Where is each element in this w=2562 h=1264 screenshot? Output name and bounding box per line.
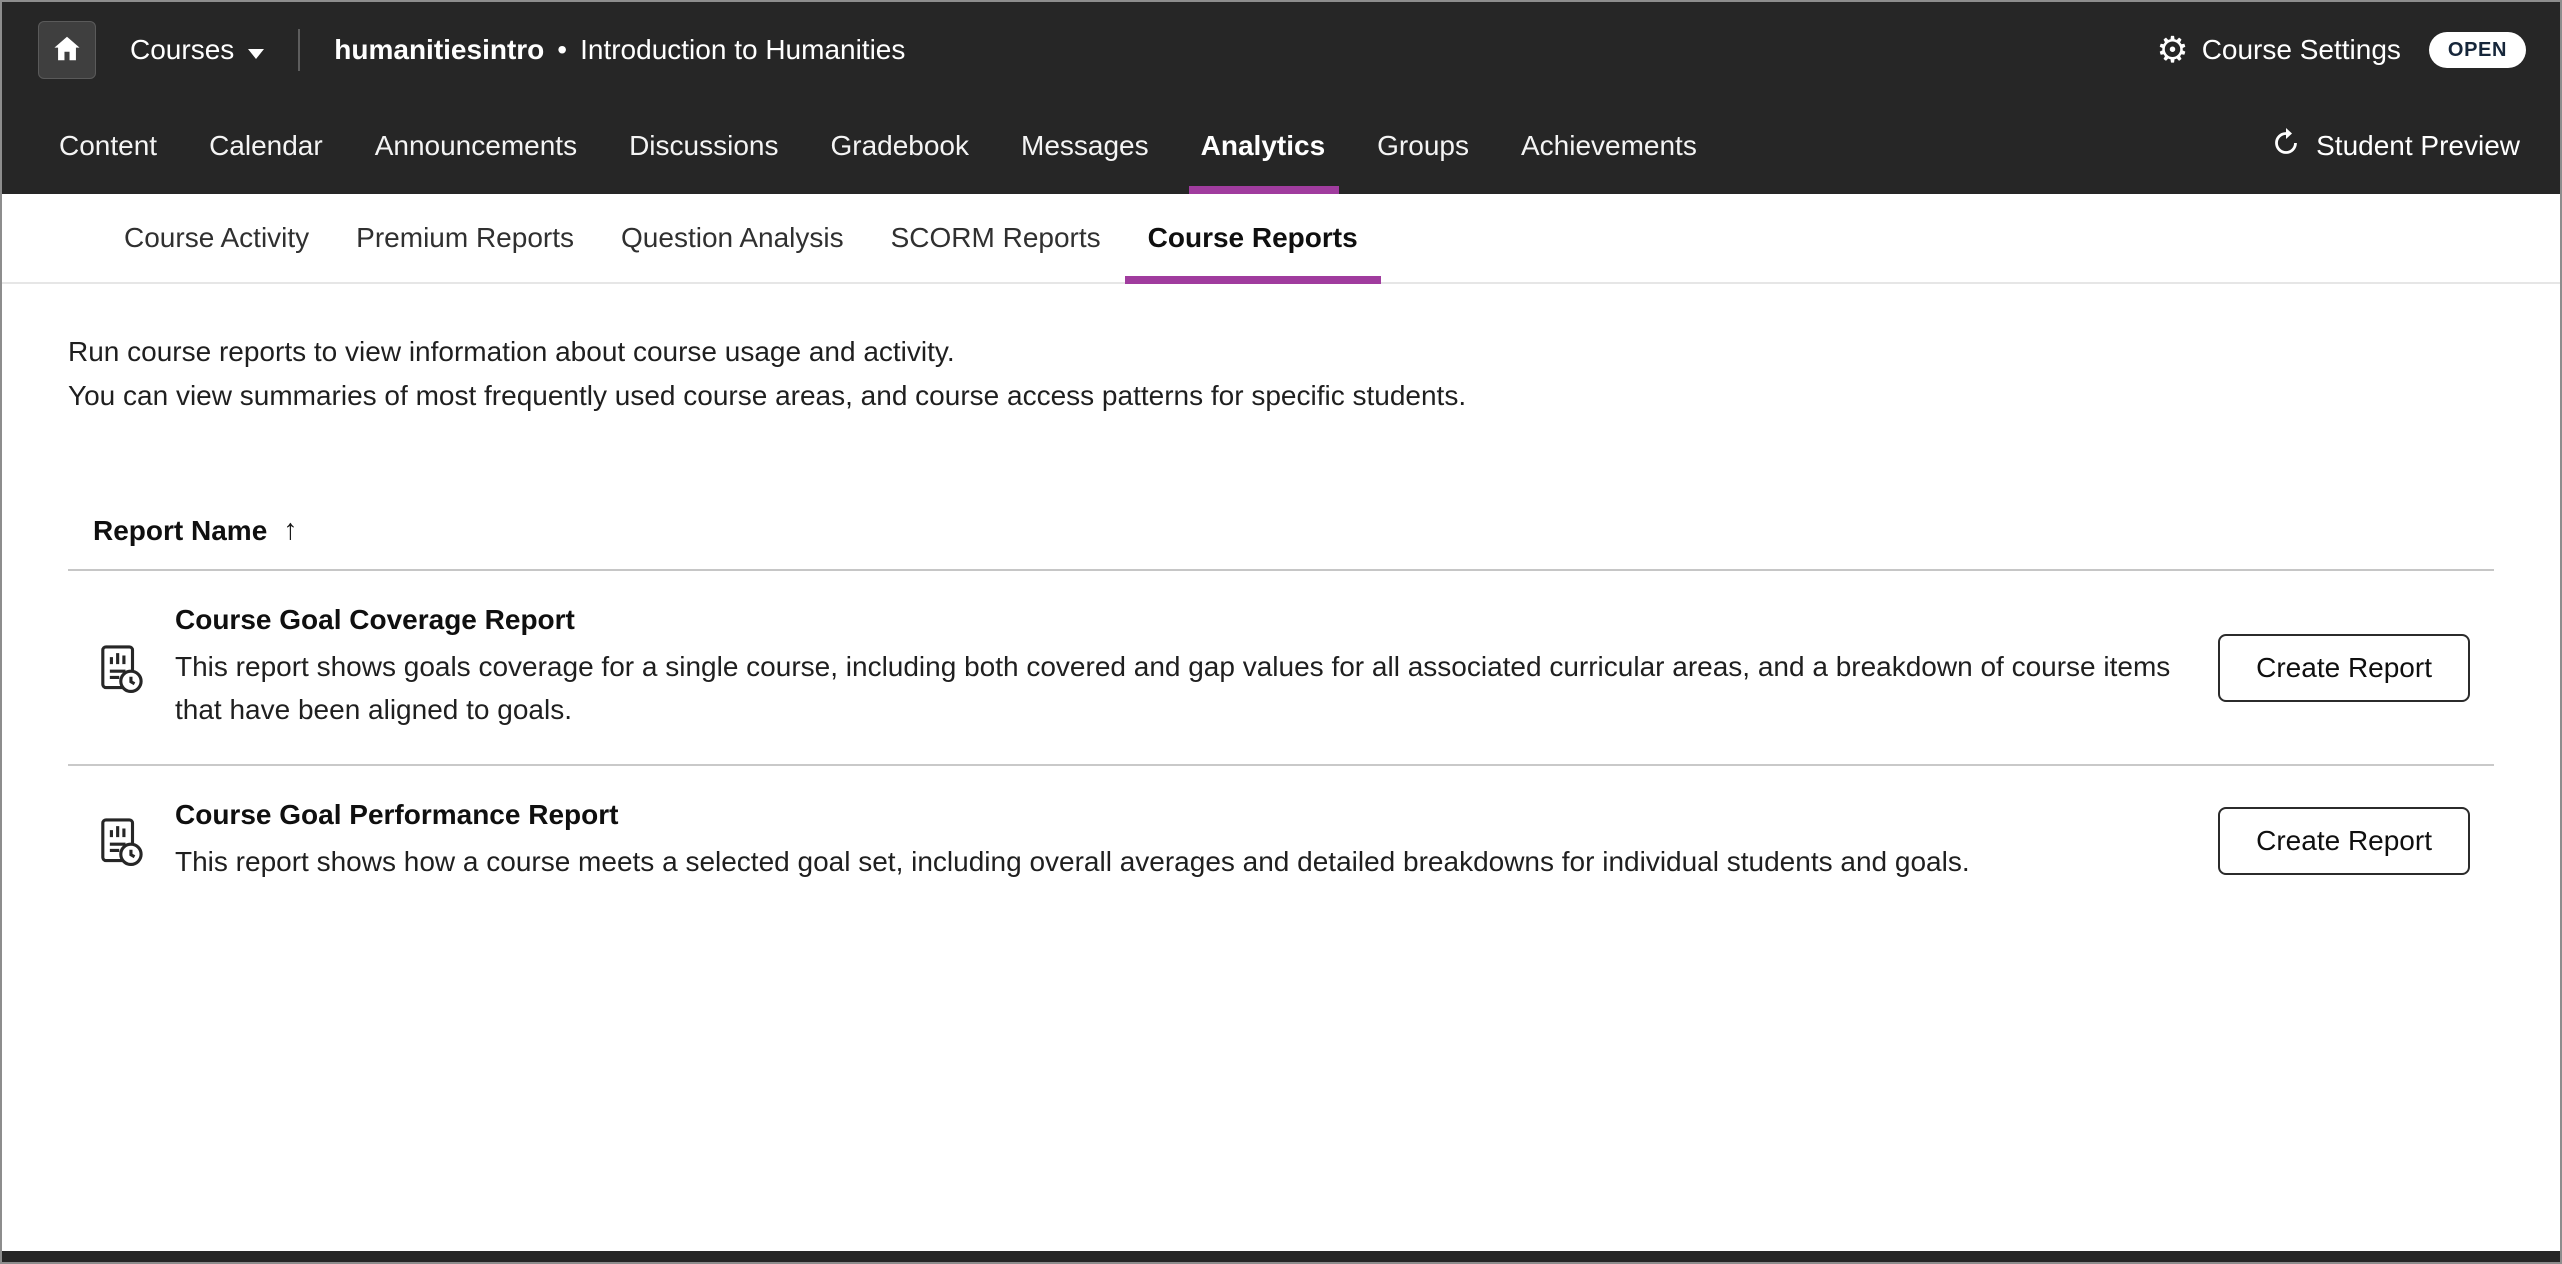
subtab-course-reports[interactable]: Course Reports	[1148, 194, 1358, 282]
topbar-divider	[298, 29, 300, 71]
report-table-header: Report Name ↑	[68, 514, 2494, 547]
subtab-premium-reports[interactable]: Premium Reports	[356, 194, 574, 282]
tab-messages[interactable]: Messages	[1021, 98, 1149, 194]
subtab-course-activity[interactable]: Course Activity	[124, 194, 309, 282]
report-row-performance: Course Goal Performance Report This repo…	[68, 766, 2494, 916]
intro-line-1: Run course reports to view information a…	[68, 330, 2494, 374]
subtab-question-analysis[interactable]: Question Analysis	[621, 194, 844, 282]
report-info: Course Goal Performance Report This repo…	[175, 799, 2218, 883]
tab-groups[interactable]: Groups	[1377, 98, 1469, 194]
report-name-sort-button[interactable]: Report Name ↑	[93, 514, 298, 547]
intro-text: Run course reports to view information a…	[68, 330, 2494, 418]
student-preview-icon	[2270, 127, 2302, 166]
student-preview-label: Student Preview	[2316, 130, 2520, 162]
lms-course-window: Courses humanitiesintro • Introduction t…	[0, 0, 2562, 1264]
intro-line-2: You can view summaries of most frequentl…	[68, 374, 2494, 418]
analytics-subnav: Course Activity Premium Reports Question…	[2, 194, 2560, 284]
subtab-scorm-reports[interactable]: SCORM Reports	[891, 194, 1101, 282]
course-name: Introduction to Humanities	[580, 34, 905, 66]
tab-discussions[interactable]: Discussions	[629, 98, 778, 194]
report-row-coverage: Course Goal Coverage Report This report …	[68, 571, 2494, 766]
report-description: This report shows how a course meets a s…	[175, 840, 2174, 883]
course-settings-label: Course Settings	[2202, 34, 2401, 66]
course-reports-panel: Run course reports to view information a…	[2, 330, 2560, 916]
open-status-badge[interactable]: OPEN	[2429, 32, 2526, 68]
breadcrumb-separator: •	[557, 34, 567, 66]
report-document-icon	[95, 643, 145, 693]
tab-announcements[interactable]: Announcements	[375, 98, 577, 194]
topbar-right: ⚙ Course Settings OPEN	[2156, 32, 2526, 68]
course-settings-button[interactable]: ⚙ Course Settings	[2156, 32, 2401, 68]
create-report-button[interactable]: Create Report	[2218, 807, 2470, 875]
sort-ascending-icon: ↑	[283, 514, 298, 547]
gear-icon: ⚙	[2156, 32, 2188, 68]
tab-achievements[interactable]: Achievements	[1521, 98, 1697, 194]
tab-gradebook[interactable]: Gradebook	[830, 98, 969, 194]
top-bar: Courses humanitiesintro • Introduction t…	[2, 2, 2560, 98]
report-name-header-label: Report Name	[93, 515, 267, 547]
report-description: This report shows goals coverage for a s…	[175, 645, 2174, 731]
create-report-button[interactable]: Create Report	[2218, 634, 2470, 702]
report-info: Course Goal Coverage Report This report …	[175, 604, 2218, 731]
report-title: Course Goal Coverage Report	[175, 604, 2174, 636]
courses-menu-button[interactable]: Courses	[130, 34, 264, 66]
bottom-window-edge	[2, 1251, 2560, 1262]
tab-content[interactable]: Content	[59, 98, 157, 194]
breadcrumb: humanitiesintro • Introduction to Humani…	[334, 34, 905, 66]
tab-calendar[interactable]: Calendar	[209, 98, 323, 194]
student-preview-button[interactable]: Student Preview	[2270, 98, 2520, 194]
tab-analytics[interactable]: Analytics	[1201, 98, 1326, 194]
course-nav: Content Calendar Announcements Discussio…	[2, 98, 2560, 194]
courses-label: Courses	[130, 34, 234, 66]
home-button[interactable]	[38, 21, 96, 79]
chevron-down-icon	[248, 34, 264, 66]
report-title: Course Goal Performance Report	[175, 799, 2174, 831]
home-icon	[51, 33, 83, 68]
course-id: humanitiesintro	[334, 34, 544, 66]
report-document-icon	[95, 816, 145, 866]
